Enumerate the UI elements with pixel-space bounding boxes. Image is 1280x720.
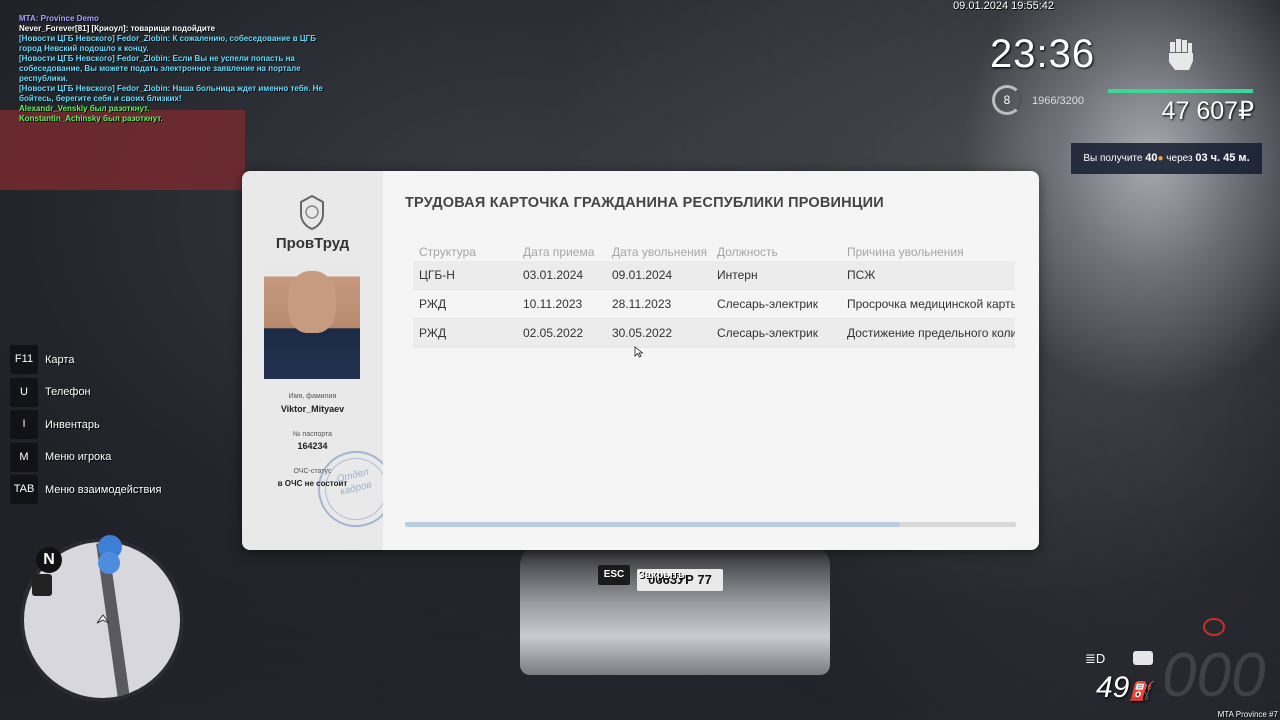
citizen-name: Viktor_Mityaev — [280, 404, 345, 414]
coat-of-arms-icon — [300, 194, 324, 230]
blacklist-status-label: ОЧС-статус — [293, 468, 332, 475]
column-header: Должность — [717, 245, 778, 259]
keybind-label: Инвентарь — [45, 418, 100, 431]
esc-key[interactable]: ESC — [598, 565, 630, 585]
keybind-key: TAB — [10, 475, 38, 504]
table-cell: Интерн — [711, 261, 841, 290]
table-header-row: Структура Дата приема Дата увольнения Должн… — [413, 243, 1015, 261]
table-cell: Достижение предельного количества — [841, 318, 1015, 348]
keybind-label: Телефон — [45, 386, 91, 398]
keybind-label: Карта — [45, 353, 75, 366]
car-blip-icon — [98, 552, 120, 574]
scrollbar-thumb[interactable] — [405, 522, 900, 527]
experience-counter: 1966/3200 — [1032, 95, 1084, 107]
payday-bonus-banner: Вы получите 40● через 03 ч. 45 м. — [1071, 143, 1262, 174]
keybind-label: Меню взаимодействия — [45, 483, 162, 496]
money-display: 47 607₽ — [1161, 97, 1254, 125]
keybind-key: M — [10, 442, 38, 472]
keybind-key: I — [10, 410, 38, 439]
close-label: Закрыть — [638, 569, 685, 581]
table-cell: 03.01.2024 — [517, 261, 606, 290]
player-arrow-icon — [96, 614, 110, 624]
column-header: Причина увольнения — [847, 245, 964, 259]
chat-log: MTA: Province Demo Never_Forever[81] [Кри… — [19, 14, 339, 124]
table-cell: 09.01.2024 — [606, 261, 711, 290]
table-cell: ПСЖ — [841, 261, 1015, 290]
name-label: Имя, фамилия — [288, 393, 337, 400]
keybind-инвентарь: I Инвентарь — [10, 410, 161, 439]
keybind-label: Меню игрока — [45, 451, 112, 463]
close-hint[interactable]: ESC Закрыть — [598, 565, 685, 585]
table-cell: РЖД — [413, 289, 517, 319]
table-cell: Просрочка медицинской карты — [841, 289, 1015, 319]
server-datetime: 09.01.2024 19:55:42 — [953, 0, 1054, 12]
blacklist-status: в ОЧС не состоит — [277, 479, 348, 488]
table-row: РЖД 02.05.2022 30.05.2022 Слесарь-электрик Д… — [413, 318, 1015, 348]
table-row: ЦГБ-Н 03.01.2024 09.01.2024 Интерн ПСЖ — [413, 261, 1015, 290]
north-indicator: N — [36, 547, 62, 573]
keybind-карта: F11 Карта — [10, 345, 161, 374]
server-name: MTA Province #7 — [1217, 710, 1278, 719]
passport-label: № паспорта — [292, 431, 333, 438]
keybind-key: U — [10, 377, 38, 407]
keybind-hints: F11 Карта U Телефон I Инвентарь M Меню игрока TA… — [10, 345, 161, 508]
table-cell: Слесарь-электрик — [711, 318, 841, 348]
table-cell: 02.05.2022 — [517, 318, 606, 348]
chat-line: [Новости ЦГБ Невского] Fedor_Zlobin: Наш… — [19, 84, 323, 103]
column-header: Дата увольнения — [612, 245, 707, 259]
mouse-cursor-icon — [634, 346, 644, 358]
table-cell: 28.11.2023 — [606, 289, 711, 319]
table-cell: Слесарь-электрик — [711, 289, 841, 319]
keybind-телефон: U Телефон — [10, 377, 161, 407]
fuel-icon: ⛽ — [1129, 681, 1152, 701]
card-title: ТРУДОВАЯ КАРТОЧКА ГРАЖДАНИНА РЕСПУБЛИКИ … — [405, 195, 884, 211]
brand-title: ПровТруд — [275, 235, 350, 252]
chat-line: Never_Forever[81] [Криоул]: товарищи под… — [19, 24, 216, 33]
chat-line: MTA: Province Demo — [19, 14, 99, 23]
level-indicator: 8 — [992, 85, 1022, 115]
keybind-меню-взаимодействия: TAB Меню взаимодействия — [10, 475, 161, 504]
table-cell: ЦГБ-Н — [413, 261, 517, 290]
chat-line: Alexandr_Venskiy был разоткнут. — [19, 104, 150, 113]
health-bar — [1108, 89, 1253, 93]
game-clock: 23:36 — [990, 32, 1096, 76]
column-header: Дата приема — [523, 245, 595, 259]
speedometer: 49⛽ — [1096, 671, 1152, 704]
chat-line: [Новости ЦГБ Невского] Fedor_Zlobin: Есл… — [19, 54, 301, 83]
odometer-ghost: 000 — [1162, 641, 1266, 710]
chat-line: Konstantin_Achinsky был разоткнут. — [19, 114, 163, 123]
citizen-face — [288, 271, 336, 333]
passport-number: 164234 — [297, 441, 328, 451]
fire-extinguisher-blip-icon — [32, 574, 52, 596]
keybind-меню-игрока: M Меню игрока — [10, 442, 161, 472]
employment-history-table: Структура Дата приема Дата увольнения Должн… — [413, 243, 1015, 348]
chat-line: [Новости ЦГБ Невского] Fedor_Zlobin: К с… — [19, 34, 316, 53]
card-content: ТРУДОВАЯ КАРТОЧКА ГРАЖДАНИНА РЕСПУБЛИКИ … — [383, 171, 1039, 550]
table-row: РЖД 10.11.2023 28.11.2023 Слесарь-электрик П… — [413, 289, 1015, 319]
fist-icon — [1169, 39, 1193, 70]
keybind-key: F11 — [10, 345, 38, 374]
column-header: Структура — [419, 245, 476, 259]
employment-card-dialog: ПровТруд Имя, фамилия Viktor_Mityaev № п… — [242, 171, 1039, 550]
headlights-icon: ≣D — [1085, 651, 1106, 666]
horizontal-scrollbar[interactable] — [405, 522, 1016, 527]
handbrake-icon — [1203, 618, 1225, 636]
table-cell: 10.11.2023 — [517, 289, 606, 319]
table-body: ЦГБ-Н 03.01.2024 09.01.2024 Интерн ПСЖ РЖД 10.… — [413, 261, 1015, 348]
card-sidebar: ПровТруд Имя, фамилия Viktor_Mityaev № п… — [242, 171, 403, 550]
engine-icon — [1133, 651, 1153, 665]
table-cell: РЖД — [413, 318, 517, 348]
citizen-photo — [264, 265, 360, 379]
table-cell: 30.05.2022 — [606, 318, 711, 348]
